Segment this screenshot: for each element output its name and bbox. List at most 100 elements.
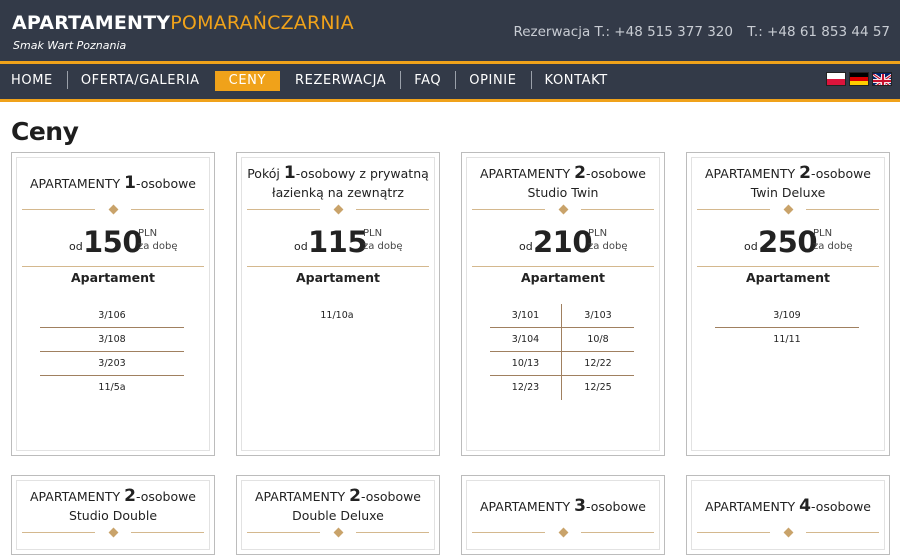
card-title-suffix: -osobowy z prywatną bbox=[295, 166, 429, 181]
card-title-suffix: -osobowe bbox=[585, 166, 646, 181]
price-block: od 250 PLN za dobę bbox=[687, 225, 889, 261]
contact-phones: Rezerwacja T.: +48 515 377 320 T.: +48 6… bbox=[513, 24, 890, 40]
diamond-icon bbox=[558, 527, 569, 538]
card-title-prefix: APARTAMENTY bbox=[254, 489, 350, 504]
flag-pl-icon[interactable] bbox=[826, 72, 846, 86]
price-separator bbox=[472, 266, 654, 267]
diamond-icon bbox=[783, 204, 794, 215]
card-title: APARTAMENTY 1-osobowe bbox=[12, 174, 214, 193]
nav-item-ceny[interactable]: CENY bbox=[214, 71, 281, 91]
room-number[interactable]: 12/22 bbox=[562, 352, 634, 376]
card-title-prefix: APARTAMENTY bbox=[29, 489, 125, 504]
price-card[interactable]: APARTAMENTY 1-osobowe od 150 PLN za dobę Apar… bbox=[11, 152, 215, 456]
price-value: 210 bbox=[533, 225, 593, 259]
site-header: APARTAMENTYPOMARAŃCZARNIA Smak Wart Pozn… bbox=[0, 0, 900, 61]
card-subtitle: Studio Twin bbox=[527, 185, 599, 200]
price-value: 250 bbox=[758, 225, 818, 259]
diamond-icon bbox=[108, 204, 119, 215]
site-logo[interactable]: APARTAMENTYPOMARAŃCZARNIA bbox=[12, 11, 354, 35]
divider-line bbox=[806, 209, 879, 210]
price-card[interactable]: APARTAMENTY 2-osobowe Studio Twin od 210 PLN… bbox=[461, 152, 665, 456]
room-number[interactable]: 12/25 bbox=[562, 376, 634, 400]
price-separator bbox=[247, 266, 429, 267]
flag-en-icon[interactable] bbox=[872, 72, 892, 86]
room-number[interactable]: 3/106 bbox=[40, 304, 184, 328]
price-from-label: od bbox=[744, 240, 758, 253]
card-title-suffix: -osobowe bbox=[135, 489, 196, 504]
price-currency: PLN bbox=[363, 228, 383, 239]
site-tagline: Smak Wart Poznania bbox=[13, 39, 127, 52]
room-number[interactable]: 3/203 bbox=[40, 352, 184, 376]
price-per-day: za dobę bbox=[813, 241, 853, 252]
card-subtitle: Studio Double bbox=[68, 508, 158, 523]
card-title: Pokój 1-osobowy z prywatną łazienką na ze… bbox=[237, 164, 439, 202]
room-number[interactable]: 3/104 bbox=[490, 328, 562, 352]
price-from-label: od bbox=[69, 240, 83, 253]
nav-item-oferta-galeria[interactable]: OFERTA/GALERIA bbox=[66, 70, 214, 92]
room-number[interactable]: 11/11 bbox=[715, 328, 859, 352]
price-value: 115 bbox=[308, 225, 368, 259]
price-card[interactable]: APARTAMENTY 2-osobowe Twin Deluxe od 250 PLN… bbox=[686, 152, 890, 456]
language-switcher bbox=[826, 72, 892, 86]
card-title-line: APARTAMENTY 2-osobowe bbox=[12, 487, 214, 506]
diamond-icon bbox=[108, 527, 119, 538]
flag-de-icon[interactable] bbox=[849, 72, 869, 86]
room-number[interactable]: 10/13 bbox=[490, 352, 562, 376]
card-title-line: APARTAMENTY 2-osobowe bbox=[237, 487, 439, 506]
room-number[interactable]: 3/108 bbox=[40, 328, 184, 352]
page-title: Ceny bbox=[11, 117, 79, 146]
divider-ornament bbox=[697, 527, 879, 538]
reservation-phone[interactable]: Rezerwacja T.: +48 515 377 320 bbox=[513, 24, 733, 40]
nav-item-faq[interactable]: FAQ bbox=[400, 70, 455, 92]
room-number[interactable]: 3/109 bbox=[715, 304, 859, 328]
room-number[interactable]: 12/23 bbox=[490, 376, 562, 400]
nav-item-opinie[interactable]: OPINIE bbox=[455, 70, 530, 92]
price-card[interactable]: Pokój 1-osobowy z prywatną łazienką na ze… bbox=[236, 152, 440, 456]
divider-line bbox=[581, 209, 654, 210]
room-number[interactable]: 10/8 bbox=[562, 328, 634, 352]
price-per-day: za dobę bbox=[363, 241, 403, 252]
divider-line bbox=[806, 532, 879, 533]
price-card[interactable]: APARTAMENTY 2-osobowe Double Deluxe bbox=[236, 475, 440, 555]
diamond-icon bbox=[558, 204, 569, 215]
divider-line bbox=[472, 209, 545, 210]
nav-item-rezerwacja[interactable]: REZERWACJA bbox=[281, 70, 400, 92]
divider-line bbox=[697, 532, 770, 533]
apartment-heading: Apartament bbox=[745, 270, 830, 285]
price-per-day: za dobę bbox=[588, 241, 628, 252]
room-number[interactable]: 3/103 bbox=[562, 304, 634, 328]
apartment-heading: Apartament bbox=[70, 270, 155, 285]
room-number[interactable]: 11/5a bbox=[40, 376, 184, 400]
room-list: 11/10a bbox=[265, 304, 409, 328]
price-separator bbox=[22, 266, 204, 267]
price-per-day: za dobę bbox=[138, 241, 178, 252]
nav-item-home[interactable]: HOME bbox=[0, 70, 67, 92]
room-number[interactable]: 3/101 bbox=[490, 304, 562, 328]
divider-line bbox=[356, 209, 429, 210]
card-subtitle: Double Deluxe bbox=[292, 508, 384, 523]
card-title: APARTAMENTY 3-osobowe bbox=[462, 497, 664, 516]
divider-ornament bbox=[247, 204, 429, 215]
room-list: 3/109 11/11 bbox=[715, 304, 859, 352]
card-title-line: APARTAMENTY 4-osobowe bbox=[687, 497, 889, 516]
main-nav: HOME OFERTA/GALERIA CENY REZERWACJA FAQ OPINI… bbox=[0, 61, 900, 102]
office-phone[interactable]: T.: +48 61 853 44 57 bbox=[747, 24, 890, 40]
divider-line bbox=[247, 532, 320, 533]
divider-line bbox=[472, 532, 545, 533]
divider-line bbox=[22, 532, 95, 533]
price-currency: PLN bbox=[813, 228, 833, 239]
nav-item-kontakt[interactable]: KONTAKT bbox=[530, 70, 622, 92]
card-title: APARTAMENTY 2-osobowe Studio Twin bbox=[462, 164, 664, 202]
logo-text-secondary: POMARAŃCZARNIA bbox=[170, 12, 354, 34]
price-card[interactable]: APARTAMENTY 4-osobowe bbox=[686, 475, 890, 555]
price-card[interactable]: APARTAMENTY 2-osobowe Studio Double bbox=[11, 475, 215, 555]
price-currency: PLN bbox=[588, 228, 608, 239]
price-block: od 150 PLN za dobę bbox=[12, 225, 214, 261]
price-card[interactable]: APARTAMENTY 3-osobowe bbox=[461, 475, 665, 555]
room-grid: 3/101 3/103 3/104 10/8 10/13 12/22 12/23 12/25 bbox=[490, 304, 634, 400]
apartment-heading: Apartament bbox=[295, 270, 380, 285]
room-number[interactable]: 11/10a bbox=[265, 304, 409, 328]
card-title-line: APARTAMENTY 3-osobowe bbox=[462, 497, 664, 516]
card-title-number: 1 bbox=[124, 173, 136, 193]
card-title-prefix: APARTAMENTY bbox=[479, 499, 575, 514]
